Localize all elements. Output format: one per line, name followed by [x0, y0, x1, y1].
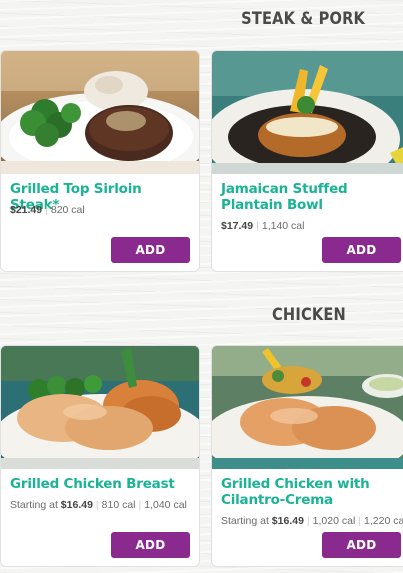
item-price: $21.49	[10, 204, 43, 216]
item-name[interactable]: Grilled Chicken Breast	[10, 476, 193, 492]
chicken-cilantro-crema-photo[interactable]	[212, 346, 403, 469]
chicken-breast-photo[interactable]	[1, 346, 199, 469]
add-button[interactable]: ADD	[322, 237, 401, 263]
item-price-prefix: Starting at	[221, 515, 269, 527]
item-calories: 820 cal	[50, 204, 85, 216]
divider: |	[256, 220, 259, 232]
item-price-prefix: Starting at	[10, 499, 58, 511]
item-calories: 1,020 cal	[312, 515, 356, 527]
item-price: $16.49	[60, 499, 93, 511]
item-calories: 810 cal	[101, 499, 136, 511]
add-button[interactable]: ADD	[322, 532, 401, 558]
item-price-calories: Starting at $16.49 | 1,020 cal | 1,220 cal	[221, 515, 403, 527]
menu-item-card-chicken-cilantro-crema[interactable]: Grilled Chicken with Cilantro-Crema Star…	[211, 345, 403, 567]
item-calories-alt: 1,220 cal	[364, 515, 403, 527]
menu-item-card-sirloin[interactable]: Grilled Top Sirloin Steak* $21.49 | 820 ca…	[0, 50, 200, 272]
menu-item-card-plantain-bowl[interactable]: Jamaican Stuffed Plantain Bowl $17.49 | 1,…	[211, 50, 403, 272]
item-price-calories: $17.49 | 1,140 cal	[221, 220, 403, 232]
menu-item-card-chicken-breast[interactable]: Grilled Chicken Breast Starting at $16.4…	[0, 345, 200, 567]
divider: |	[138, 499, 142, 511]
item-calories: 1,140 cal	[261, 220, 305, 232]
add-button[interactable]: ADD	[111, 532, 190, 558]
divider: |	[95, 499, 99, 511]
item-price: $17.49	[221, 220, 254, 232]
item-calories-alt: 1,040 cal	[144, 499, 187, 511]
item-name[interactable]: Jamaican Stuffed Plantain Bowl	[221, 181, 403, 213]
section-title-steak-pork: STEAK & PORK	[241, 9, 365, 29]
add-button[interactable]: ADD	[111, 237, 190, 263]
section-title-chicken: CHICKEN	[272, 305, 346, 325]
divider: |	[306, 515, 310, 527]
item-name[interactable]: Grilled Chicken with Cilantro-Crema	[221, 476, 403, 508]
divider: |	[358, 515, 362, 527]
sirloin-steak-photo[interactable]	[1, 51, 199, 174]
item-price-calories: Starting at $16.49 | 810 cal | 1,040 cal	[10, 499, 195, 511]
item-price-calories: $21.49 | 820 cal	[10, 204, 195, 216]
plantain-bowl-photo[interactable]	[212, 51, 403, 174]
item-price: $16.49	[271, 515, 304, 527]
divider: |	[45, 204, 48, 216]
